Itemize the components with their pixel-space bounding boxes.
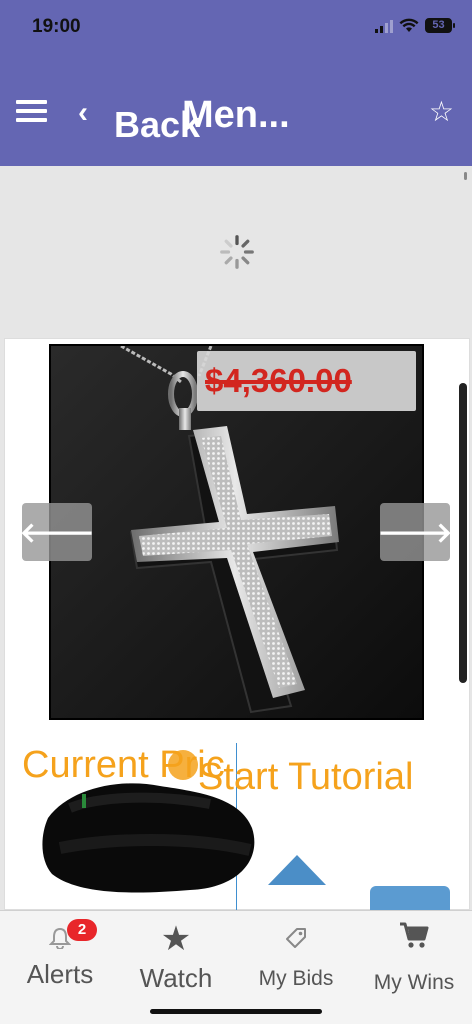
menu-icon[interactable] <box>16 100 47 122</box>
status-time: 19:00 <box>32 16 81 37</box>
alerts-badge: 2 <box>67 919 97 941</box>
star-icon: ★ <box>160 920 192 958</box>
redacted-price <box>42 783 255 893</box>
cart-icon <box>400 922 429 948</box>
bid-up-icon[interactable] <box>268 855 326 885</box>
loading-spinner-icon <box>220 235 254 269</box>
home-indicator[interactable] <box>150 1009 322 1014</box>
next-image-button[interactable]: 🡒 <box>377 503 453 561</box>
image-scrollbar[interactable] <box>459 383 467 683</box>
previous-image-button[interactable]: 🡐 <box>19 503 95 561</box>
battery-icon: 53 <box>425 18 455 33</box>
arrow-right-icon: 🡒 <box>377 517 453 548</box>
page-title: Men... <box>182 94 290 136</box>
star-outline-icon[interactable]: ☆ <box>429 95 454 128</box>
original-price: $4,360.00 <box>205 362 352 399</box>
app-header: 19:00 53 ‹ Back Men... ☆ <box>0 0 472 166</box>
bid-button[interactable] <box>370 886 450 912</box>
tab-my-wins[interactable]: My Wins <box>362 911 466 1011</box>
wifi-icon <box>399 18 419 32</box>
tab-watch[interactable]: ★ Watch <box>128 911 224 1011</box>
tab-bar: 2 Alerts ★ Watch My Bids My Wins <box>0 910 472 1024</box>
tab-label: Alerts <box>26 959 94 989</box>
tag-icon <box>286 928 306 948</box>
tab-label: Watch <box>139 963 213 993</box>
tab-label: My Wins <box>373 971 455 994</box>
tutorial-pointer-icon <box>168 750 198 780</box>
tab-alerts[interactable]: 2 Alerts <box>10 911 110 1011</box>
tab-my-bids[interactable]: My Bids <box>248 911 344 1011</box>
signal-icon <box>375 19 393 33</box>
chevron-left-icon[interactable]: ‹ <box>78 96 88 130</box>
arrow-left-icon: 🡐 <box>19 517 95 548</box>
tab-label: My Bids <box>258 967 334 990</box>
scrollbar[interactable] <box>464 172 467 180</box>
status-icons: 53 <box>375 18 455 33</box>
